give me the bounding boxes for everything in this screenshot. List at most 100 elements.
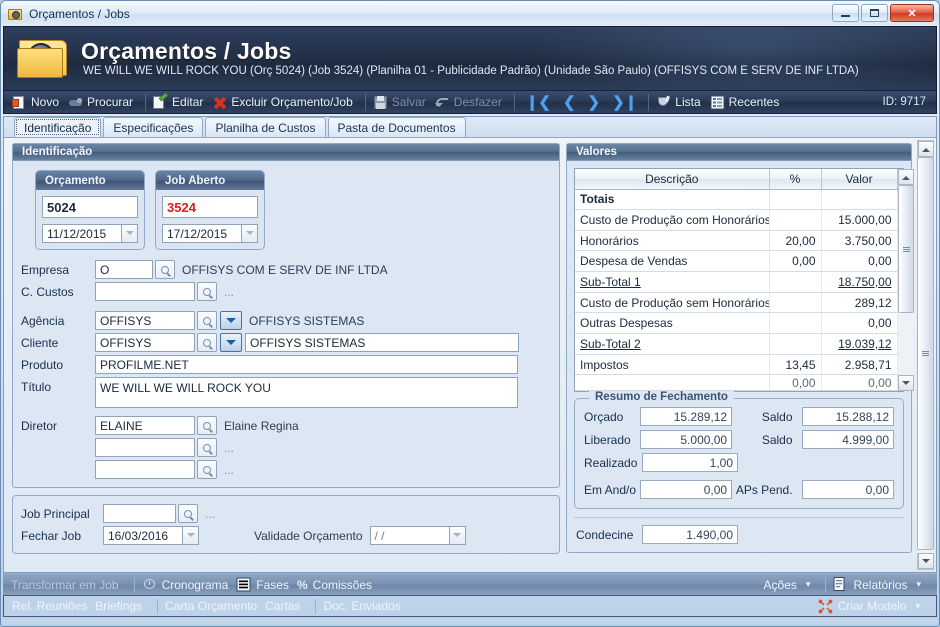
cliente-search-icon[interactable]: [197, 333, 217, 352]
action-divider: [825, 577, 827, 592]
job-aberto-date-input[interactable]: 17/12/2015: [162, 224, 241, 243]
fases-button[interactable]: Fases: [236, 577, 297, 592]
cliente-input[interactable]: OFFISYS: [95, 333, 195, 352]
orcamento-date-picker[interactable]: 11/12/2015: [42, 224, 138, 243]
job-principal-input[interactable]: [103, 504, 176, 523]
aps-pendentes-value[interactable]: 0,00: [801, 480, 895, 499]
carta-orcamento-button[interactable]: Carta Orçamento: [165, 599, 265, 613]
agencia-search-icon[interactable]: [197, 311, 217, 330]
extra-input-2[interactable]: [95, 460, 195, 479]
excluir-button[interactable]: Excluir Orçamento/Job: [210, 92, 359, 113]
orcamento-date-input[interactable]: 11/12/2015: [42, 224, 121, 243]
job-aberto-number-input[interactable]: 3524: [162, 196, 258, 218]
form-scroll-down-icon[interactable]: [917, 553, 934, 569]
orcamento-number-input[interactable]: 5024: [42, 196, 138, 218]
scrollbar-thumb[interactable]: [898, 185, 914, 313]
lista-button[interactable]: Lista: [654, 92, 707, 113]
briefings-button[interactable]: Briefings: [95, 599, 150, 613]
acoes-menu-button[interactable]: Ações ▾: [764, 578, 819, 592]
job-aberto-date-picker[interactable]: 17/12/2015: [162, 224, 258, 243]
ccustos-search-icon[interactable]: [197, 282, 217, 301]
cliente-dropdown-icon[interactable]: [220, 333, 242, 352]
editar-button[interactable]: Editar: [151, 92, 210, 113]
calendar-dropdown-icon[interactable]: [182, 526, 199, 545]
novo-button[interactable]: Novo: [10, 92, 66, 113]
scroll-up-icon[interactable]: [898, 169, 914, 185]
extra-search-icon-1[interactable]: [197, 438, 217, 457]
nav-prev-icon[interactable]: ❮: [557, 94, 582, 111]
procurar-button[interactable]: Procurar: [66, 92, 140, 113]
calendar-dropdown-icon[interactable]: [121, 224, 138, 243]
relatorios-menu-button[interactable]: Relatórios ▾: [833, 577, 929, 592]
condecine-value[interactable]: 1.490,00: [642, 525, 738, 544]
empresa-input[interactable]: O: [95, 260, 153, 279]
comissoes-button[interactable]: % Comissões: [297, 578, 380, 592]
col-percent[interactable]: %: [769, 169, 822, 190]
recentes-button[interactable]: Recentes: [708, 92, 787, 113]
form-scroll-up-icon[interactable]: [917, 141, 934, 157]
tab-especificacoes[interactable]: Especificações: [103, 117, 204, 137]
calendar-dropdown-icon[interactable]: [241, 224, 258, 243]
extra-search-icon-2[interactable]: [197, 460, 217, 479]
fechar-job-date-input[interactable]: 16/03/2016: [103, 526, 182, 545]
valores-table-scrollbar[interactable]: [897, 169, 914, 391]
salvar-button[interactable]: Salvar: [371, 92, 433, 113]
orcado-value[interactable]: 15.289,12: [639, 407, 733, 426]
diretor-input[interactable]: ELAINE: [95, 416, 195, 435]
diretor-search-icon[interactable]: [197, 416, 217, 435]
table-row-partial[interactable]: 0,00 0,00: [575, 374, 898, 391]
desfazer-button[interactable]: Desfazer: [433, 92, 509, 113]
cronograma-button[interactable]: Cronograma: [142, 577, 237, 592]
nav-first-icon[interactable]: ❙❮: [520, 94, 557, 111]
nav-next-icon[interactable]: ❯: [582, 94, 607, 111]
col-valor[interactable]: Valor: [821, 169, 898, 190]
saldo2-value[interactable]: 4.999,00: [801, 430, 895, 449]
produto-input[interactable]: PROFILME.NET: [95, 355, 518, 374]
fechar-job-date-picker[interactable]: 16/03/2016: [103, 526, 199, 545]
scroll-down-icon[interactable]: [898, 375, 914, 391]
criar-modelo-button[interactable]: Criar Modelo ▾: [818, 599, 928, 614]
table-row[interactable]: Sub-Total 2 19.039,12: [575, 333, 898, 355]
form-scrollbar-track[interactable]: [917, 157, 934, 553]
scrollbar-track[interactable]: [898, 185, 914, 375]
table-row[interactable]: Custo de Produção sem Honorários 289,12: [575, 292, 898, 314]
table-row[interactable]: Outras Despesas 0,00: [575, 312, 898, 335]
ccustos-label: C. Custos: [21, 284, 74, 299]
calendar-dropdown-icon[interactable]: [448, 526, 466, 545]
validade-date-picker[interactable]: / /: [369, 526, 466, 545]
table-row[interactable]: Impostos 13,45 2.958,71: [575, 354, 898, 376]
tab-pasta-de-documentos[interactable]: Pasta de Documentos: [327, 117, 466, 137]
liberado-value[interactable]: 5.000,00: [639, 430, 733, 449]
tab-identificacao[interactable]: Identificação: [14, 117, 102, 137]
table-row[interactable]: Totais: [575, 189, 898, 211]
table-row[interactable]: Honorários 20,00 3.750,00: [575, 230, 898, 252]
tab-planilha-de-custos[interactable]: Planilha de Custos: [205, 117, 326, 137]
agencia-input[interactable]: OFFISYS: [95, 311, 195, 330]
doc-enviados-button[interactable]: Doc. Enviados: [323, 599, 408, 613]
cliente-description-input[interactable]: OFFISYS SISTEMAS: [245, 333, 519, 352]
action-bar-primary: Transformar em Job Cronograma Fases % Co…: [3, 573, 937, 595]
minimize-button[interactable]: [832, 4, 859, 22]
table-row[interactable]: Despesa de Vendas 0,00 0,00: [575, 250, 898, 273]
form-scrollbar[interactable]: [917, 140, 934, 570]
empresa-search-icon[interactable]: [155, 260, 175, 279]
table-row[interactable]: Sub-Total 1 18.750,00: [575, 271, 898, 293]
realizado-value[interactable]: 1,00: [642, 453, 738, 472]
job-principal-search-icon[interactable]: [178, 504, 198, 523]
table-row[interactable]: Custo de Produção com Honorários 15.000,…: [575, 209, 898, 231]
em-andamento-value[interactable]: 0,00: [639, 480, 733, 499]
col-descricao[interactable]: Descrição: [575, 169, 770, 190]
maximize-button[interactable]: [861, 4, 888, 22]
transformar-em-job-button[interactable]: Transformar em Job: [11, 578, 127, 592]
nav-last-icon[interactable]: ❯❙: [606, 94, 643, 111]
agencia-dropdown-icon[interactable]: [220, 311, 242, 330]
ccustos-input[interactable]: [95, 282, 195, 301]
titulo-input[interactable]: WE WILL WE WILL ROCK YOU: [95, 377, 518, 408]
rel-reunioes-button[interactable]: Rel. Reuniões: [12, 599, 95, 613]
cartas-button[interactable]: Cartas: [265, 599, 308, 613]
extra-input-1[interactable]: [95, 438, 195, 457]
saldo1-value[interactable]: 15.288,12: [801, 407, 895, 426]
validade-date-input[interactable]: / /: [369, 526, 449, 545]
close-button[interactable]: ✕: [890, 4, 934, 22]
form-scrollbar-thumb[interactable]: [917, 157, 934, 550]
